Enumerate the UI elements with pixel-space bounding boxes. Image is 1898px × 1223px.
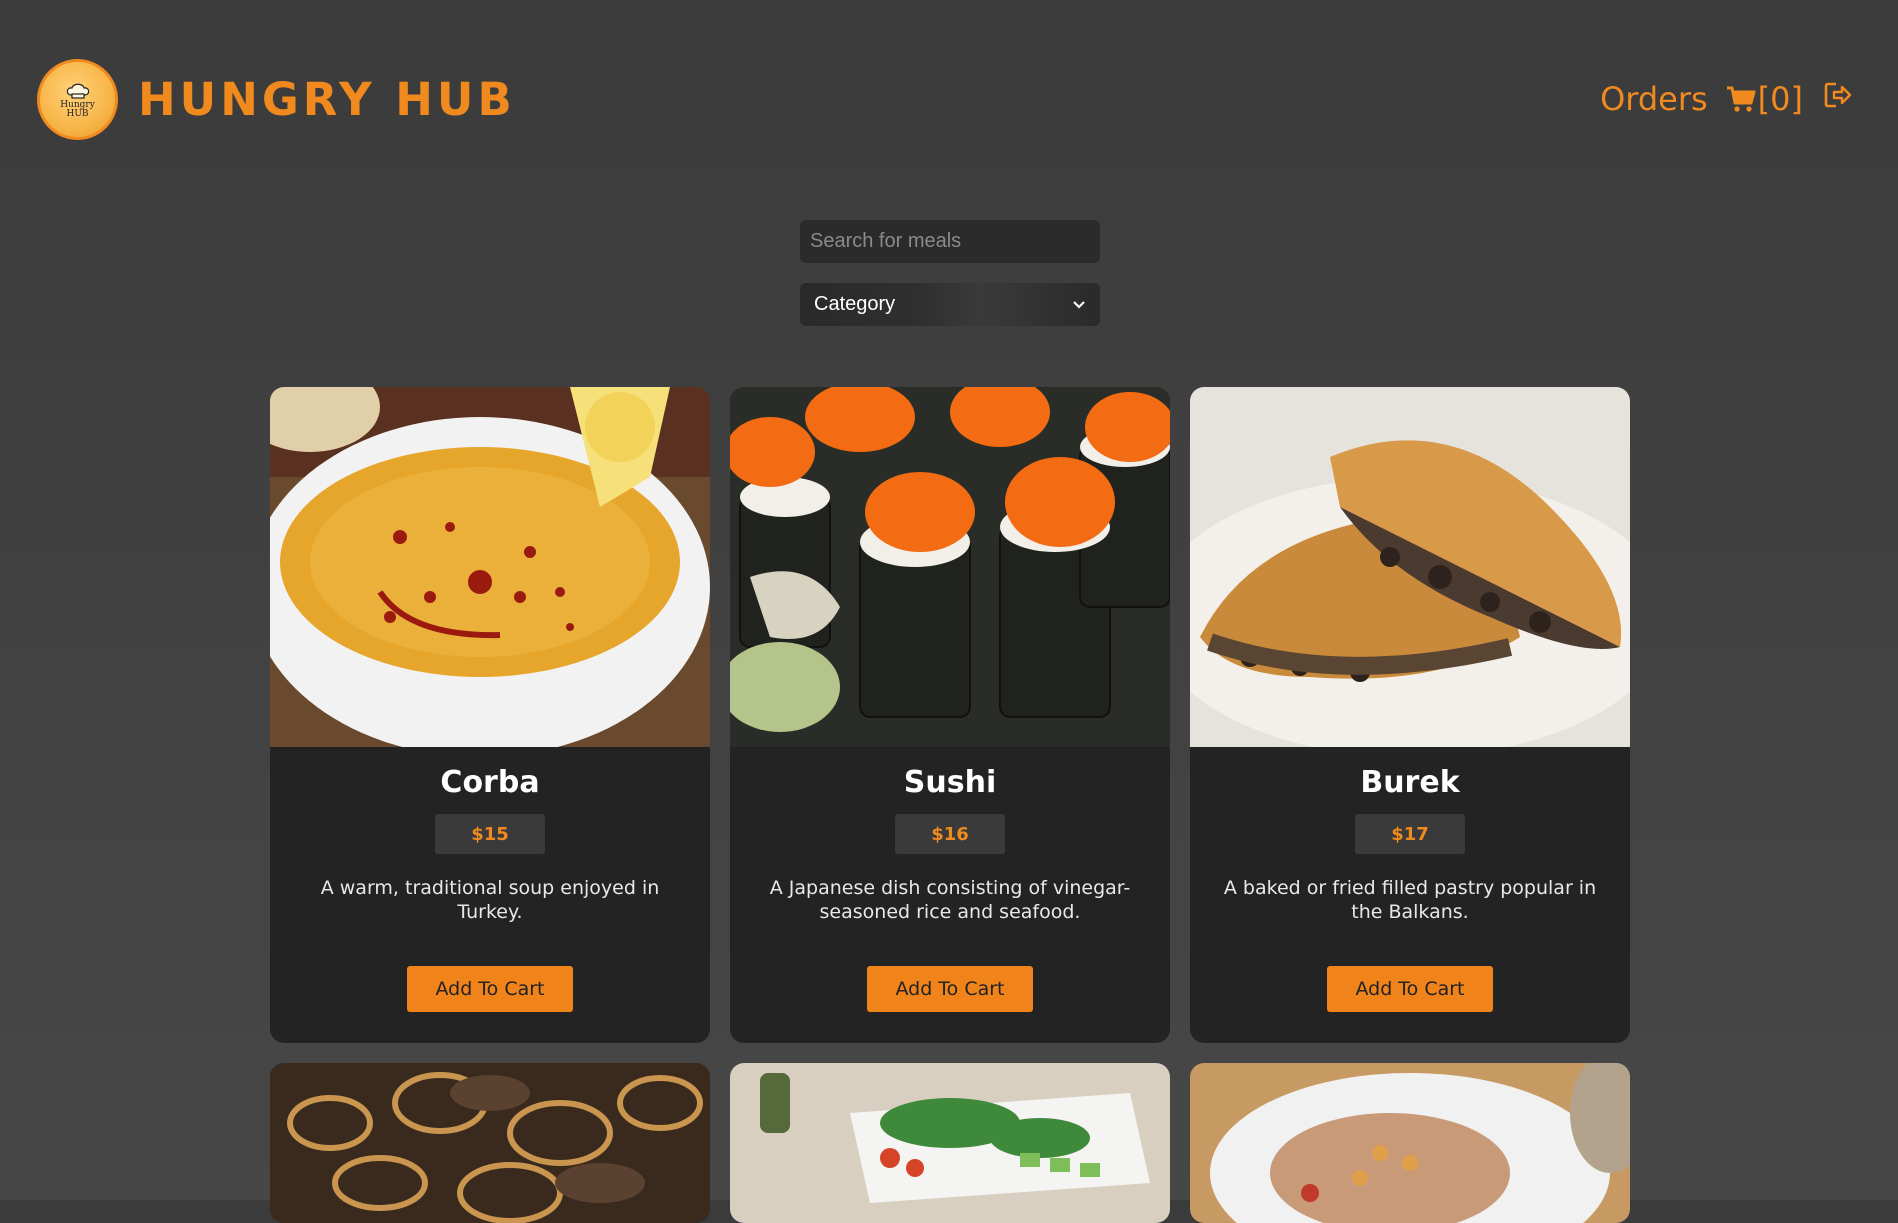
meal-image [270, 1063, 710, 1223]
category-selected-value: Category [814, 293, 896, 315]
meal-name: Sushi [903, 765, 997, 800]
meal-image [1190, 387, 1630, 747]
logout-icon [1824, 82, 1852, 108]
brand[interactable]: Hungry HUB HUNGRY HUB [37, 59, 516, 140]
meal-image [1190, 1063, 1630, 1223]
meal-image [270, 387, 710, 747]
chef-hat-icon [66, 83, 89, 99]
meal-name: Corba [440, 765, 540, 800]
meal-description: A Japanese dish consisting of vinegar-se… [769, 877, 1131, 923]
header: Hungry HUB HUNGRY HUB Orders [0] [0, 0, 1898, 200]
meal-price: $15 [435, 814, 545, 854]
logout-button[interactable] [1823, 80, 1853, 118]
add-to-cart-button[interactable]: Add To Cart [407, 966, 573, 1012]
category-select[interactable]: Category [800, 283, 1100, 326]
meal-grid: Corba $15 A warm, traditional soup enjoy… [270, 387, 1630, 1223]
add-to-cart-button[interactable]: Add To Cart [867, 966, 1033, 1012]
search-input[interactable] [800, 220, 1100, 263]
add-to-cart-button[interactable]: Add To Cart [1327, 966, 1493, 1012]
meal-description: A warm, traditional soup enjoyed in Turk… [320, 877, 660, 923]
chevron-down-icon [1073, 300, 1085, 309]
meal-image [730, 387, 1170, 747]
meal-card [270, 1063, 710, 1223]
top-nav: Orders [0] [1600, 80, 1853, 118]
orders-link[interactable]: Orders [1600, 80, 1708, 118]
cart-link[interactable]: [0] [1726, 80, 1803, 118]
meal-name: Burek [1360, 765, 1460, 800]
logo-text-line2: HUB [66, 108, 89, 119]
meal-card: Burek $17 A baked or fried filled pastry… [1190, 387, 1630, 1043]
meal-price: $16 [895, 814, 1005, 854]
meal-card [1190, 1063, 1630, 1223]
meal-card: Sushi $16 A Japanese dish consisting of … [730, 387, 1170, 1043]
meal-card [730, 1063, 1170, 1223]
meal-image [730, 1063, 1170, 1223]
logo[interactable]: Hungry HUB [37, 59, 118, 140]
cart-count: [0] [1757, 80, 1803, 118]
site-title: HUNGRY HUB [138, 73, 516, 126]
cart-icon [1726, 86, 1756, 112]
meal-description: A baked or fried filled pastry popular i… [1223, 877, 1597, 923]
meal-card: Corba $15 A warm, traditional soup enjoy… [270, 387, 710, 1043]
meal-price: $17 [1355, 814, 1465, 854]
